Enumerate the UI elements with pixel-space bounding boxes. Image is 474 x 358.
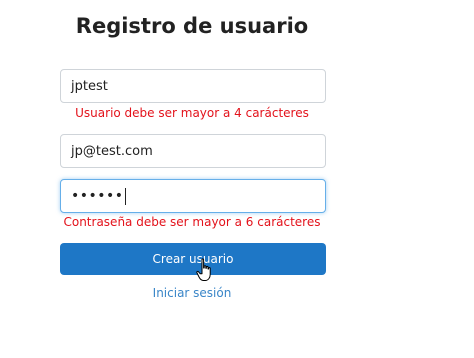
username-value: jptest <box>71 78 108 94</box>
email-value: jp@test.com <box>71 143 153 159</box>
page-title: Registro de usuario <box>75 14 309 38</box>
email-field[interactable]: jp@test.com <box>60 134 326 168</box>
registration-page: Registro de usuario jptest Usuario debe … <box>0 0 474 358</box>
create-user-button[interactable]: Crear usuario <box>60 243 326 275</box>
password-field[interactable]: •••••• <box>60 179 326 213</box>
password-value: •••••• <box>71 188 124 204</box>
text-caret <box>124 187 126 205</box>
username-error: Usuario debe ser mayor a 4 carácteres <box>75 106 309 120</box>
password-error: Contraseña debe ser mayor a 6 carácteres <box>63 215 321 229</box>
login-link[interactable]: Iniciar sesión <box>0 286 384 300</box>
username-field[interactable]: jptest <box>60 69 326 103</box>
hand-pointer-icon <box>196 258 211 281</box>
